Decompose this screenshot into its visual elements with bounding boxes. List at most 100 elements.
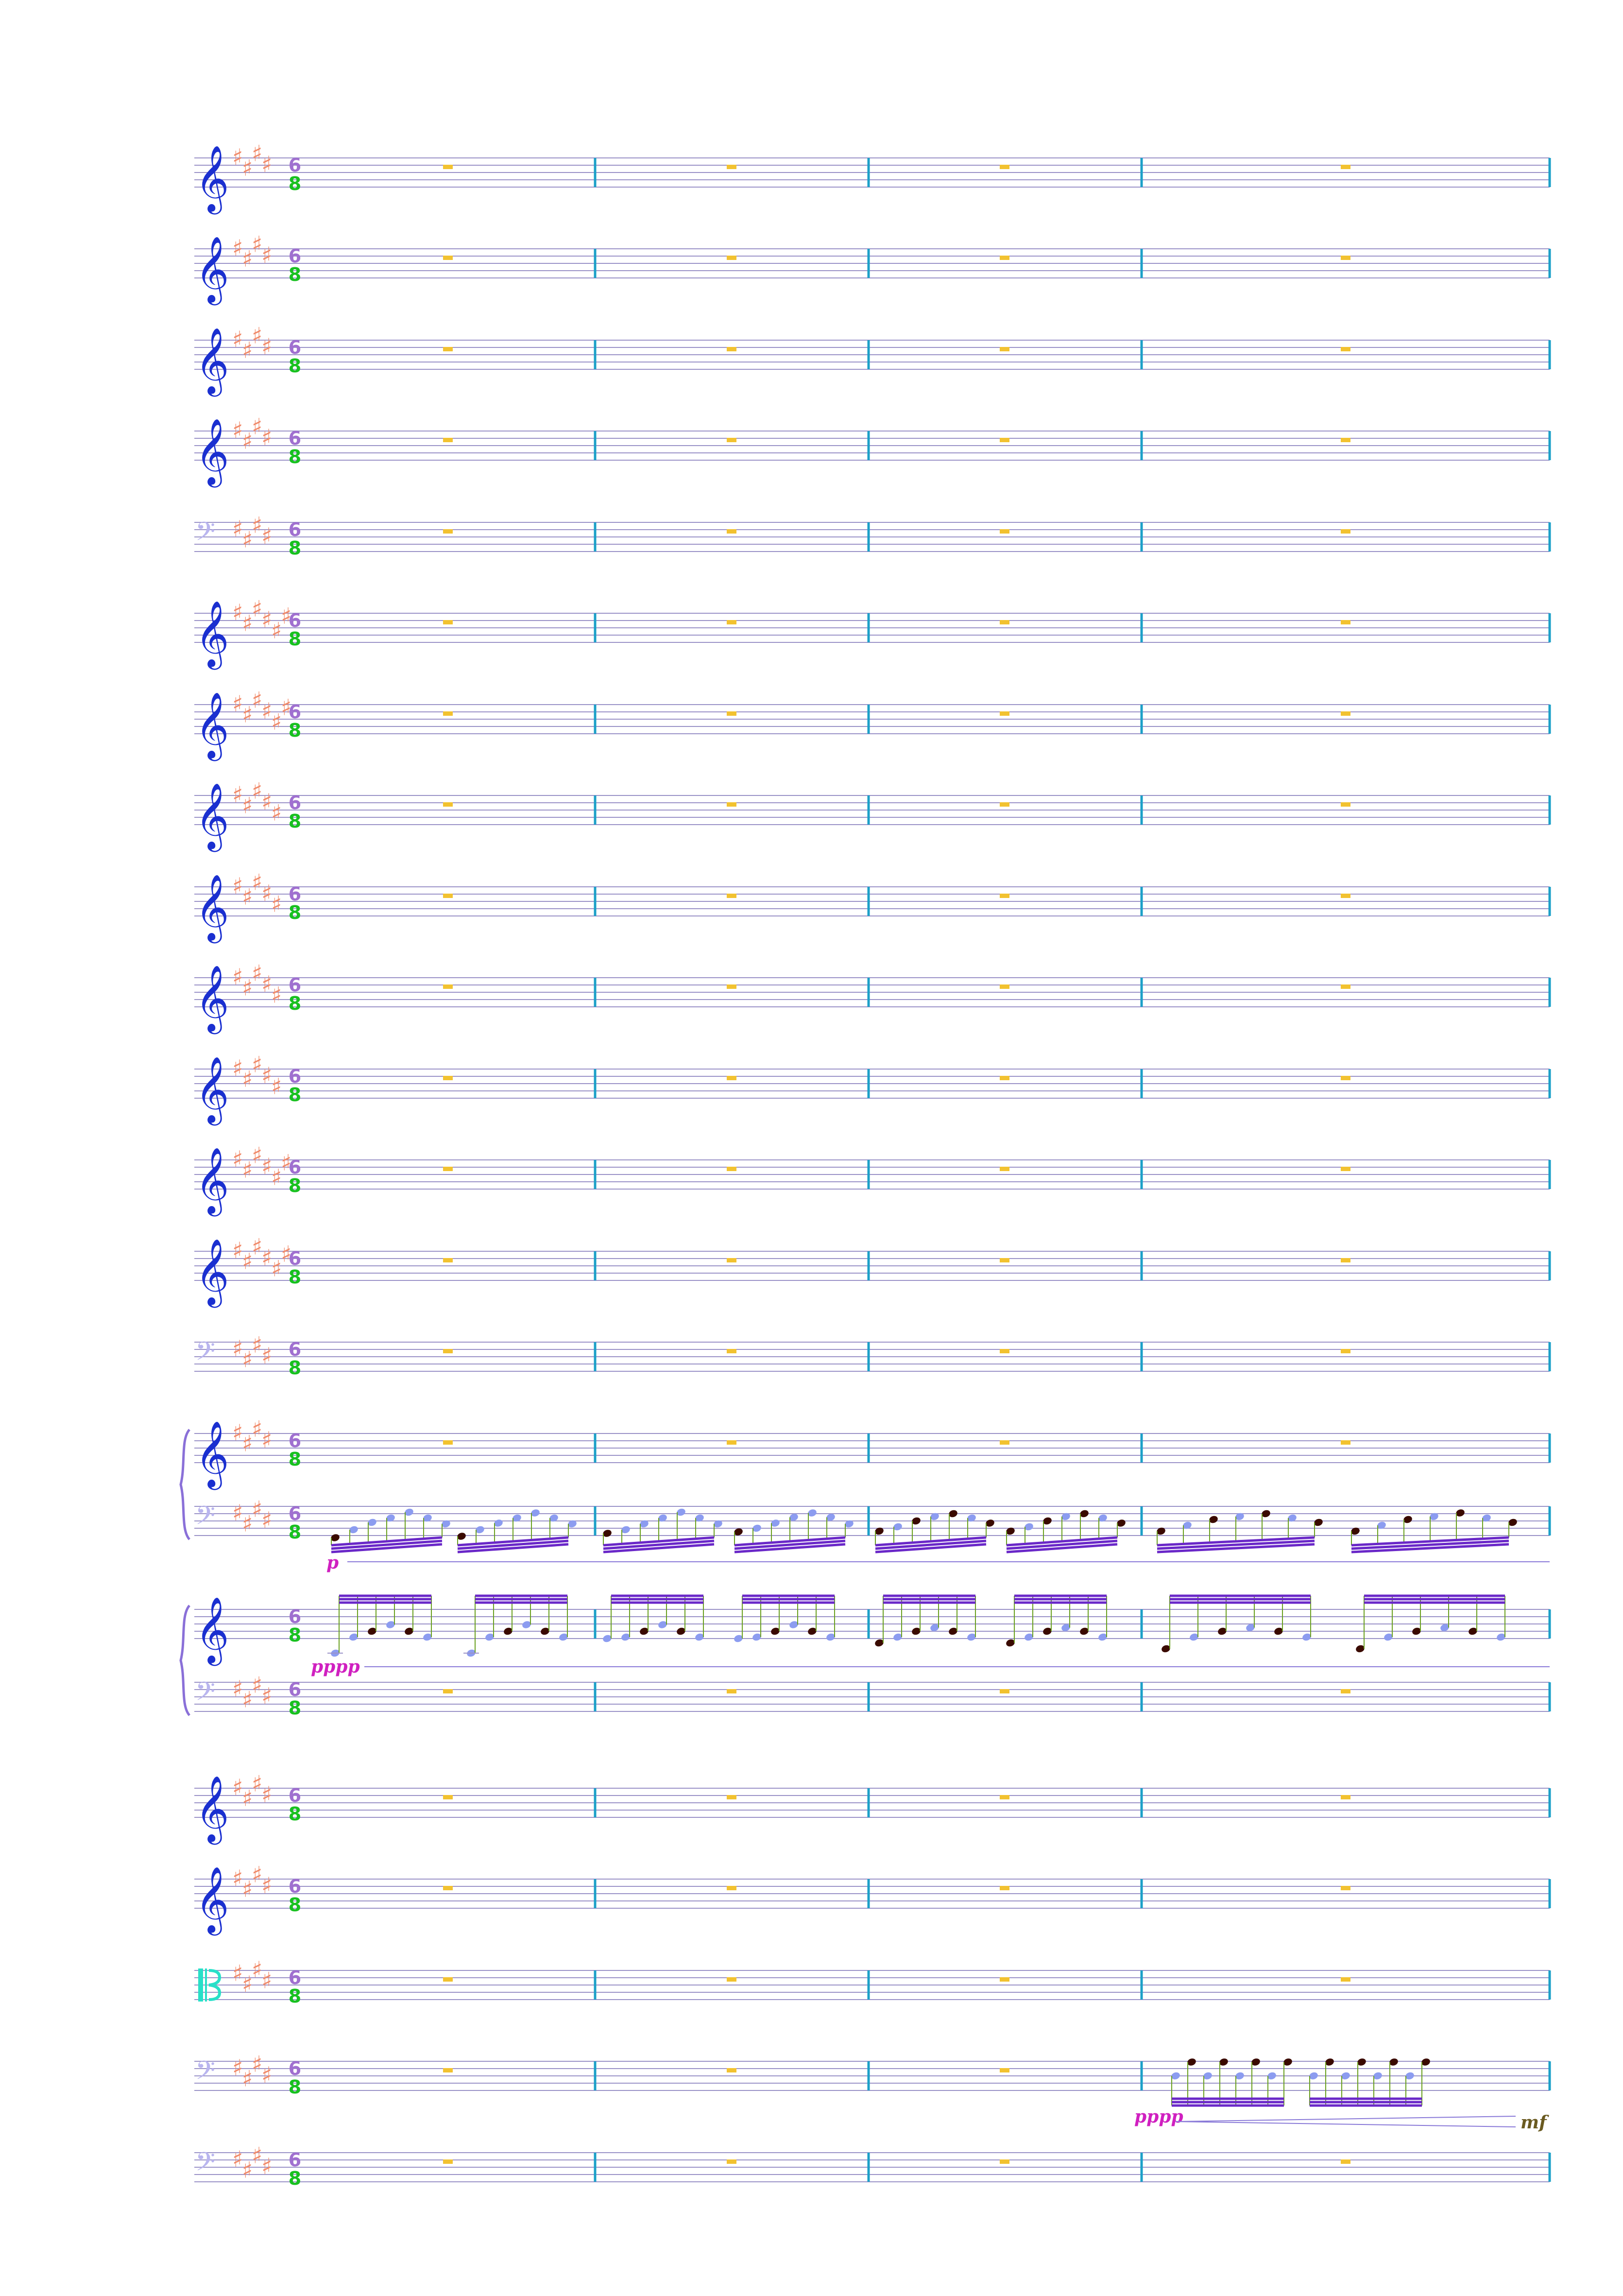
whole-rest [1341,256,1350,260]
bass-clef-icon: 𝄢 [195,1501,215,1537]
treble-clef-icon: 𝄞 [195,600,229,670]
dynamic-marking: pppp [1134,2106,1183,2127]
whole-rest [443,1795,453,1799]
whole-rest [727,1795,736,1799]
whole-rest [1000,1349,1009,1353]
sharp-icon: ♯ [252,2142,262,2169]
staff-20: 𝄞 ♯♯♯♯ 68 [194,1862,1551,1935]
whole-rest [727,347,736,351]
staff-10: 𝄞 ♯♯♯♯♯ 68 [194,960,1551,1034]
whole-rest [1341,438,1350,442]
staff-5: 𝄢 ♯♯♯♯ 68 [194,512,1551,559]
bass-clef-icon: 𝄢 [195,2147,215,2183]
whole-rest [727,1440,736,1445]
whole-rest [727,802,736,807]
sharp-icon: ♯ [242,1157,253,1183]
whole-rest [727,256,736,260]
sharp-icon: ♯ [232,1419,243,1446]
whole-rest [1000,165,1009,169]
dynamic-marking: mf [1520,2112,1549,2133]
sharp-icon: ♯ [261,424,272,450]
sharp-icon: ♯ [242,155,253,181]
whole-rest [1341,529,1350,534]
sharp-icon: ♯ [252,778,262,804]
staff-7: 𝄞 ♯♯♯♯♯♯68 [194,687,1551,761]
sharp-icon: ♯ [242,610,253,637]
time-signature-denominator: 8 [289,1985,301,2007]
whole-rest [443,984,453,989]
whole-rest [1341,1440,1350,1445]
whole-rest [727,1167,736,1171]
sharp-icon: ♯ [271,891,282,917]
sharp-icon: ♯ [242,1876,253,1902]
whole-rest [443,438,453,442]
bass-clef-icon: 𝄢 [195,517,215,553]
whole-rest [443,1349,453,1353]
sharp-icon: ♯ [242,527,253,553]
sharp-icon: ♯ [261,523,272,549]
sharp-icon: ♯ [242,1248,253,1275]
time-signature-denominator: 8 [289,902,301,923]
sharp-icon: ♯ [252,140,262,167]
sharp-icon: ♯ [232,417,243,443]
sharp-icon: ♯ [242,246,253,272]
sharp-icon: ♯ [261,151,272,177]
piano2-lower: 𝄢 ♯♯♯♯ 68 [194,1672,1551,1719]
whole-rest [1341,1689,1350,1693]
sharp-icon: ♯ [232,235,243,261]
whole-rest [727,711,736,716]
sharp-icon: ♯ [242,337,253,363]
sharp-icon: ♯ [232,2054,243,2081]
time-signature-denominator: 8 [289,1175,301,1196]
time-signature-denominator: 8 [289,1697,301,1719]
sharp-icon: ♯ [271,1256,282,1282]
time-signature-denominator: 8 [289,2168,301,2189]
whole-rest [1341,802,1350,807]
sharp-icon: ♯ [261,242,272,268]
whole-rest [1000,1795,1009,1799]
whole-rest [1341,1977,1350,1982]
sharp-icon: ♯ [261,2062,272,2088]
sharp-icon: ♯ [271,1073,282,1100]
whole-rest [727,165,736,169]
sharp-icon: ♯ [242,793,253,819]
treble-clef-icon: 𝄞 [195,1865,229,1935]
staff-22: 𝄢 ♯♯♯♯ 68pppp mf [194,2051,1551,2133]
sharp-icon: ♯ [232,1865,243,1891]
whole-rest [1000,620,1009,624]
treble-clef-icon: 𝄞 [195,1775,229,1845]
sharp-icon: ♯ [232,1055,243,1081]
whole-rest [1341,1167,1350,1171]
sharp-icon: ♯ [232,691,243,717]
sharp-icon: ♯ [261,1968,272,1994]
treble-clef-icon: 𝄞 [195,417,229,487]
whole-rest [1000,984,1009,989]
staff-11: 𝄞 ♯♯♯♯♯ 68 [194,1052,1551,1125]
sharp-icon: ♯ [261,1683,272,1709]
whole-rest [1341,894,1350,898]
whole-rest [1000,1167,1009,1171]
time-signature-denominator: 8 [289,446,301,467]
whole-rest [443,529,453,534]
treble-clef-icon: 𝄞 [195,235,229,305]
whole-rest [1000,711,1009,716]
sharp-icon: ♯ [232,1675,243,1702]
whole-rest [1000,1977,1009,1982]
sharp-icon: ♯ [252,2051,262,2077]
whole-rest [443,2159,453,2164]
whole-rest [1000,2159,1009,2164]
whole-rest [443,711,453,716]
sharp-icon: ♯ [232,1146,243,1172]
sharp-icon: ♯ [242,2157,253,2183]
sharp-icon: ♯ [252,687,262,713]
whole-rest [443,256,453,260]
sharp-icon: ♯ [242,884,253,910]
staff-13: 𝄞 ♯♯♯♯♯♯68 [194,1234,1551,1308]
whole-rest [1341,2159,1350,2164]
sharp-icon: ♯ [252,1142,262,1169]
sharp-icon: ♯ [242,1347,253,1373]
sharp-icon: ♯ [232,1774,243,1800]
sharp-icon: ♯ [261,1872,272,1899]
hairpin [1175,2121,1516,2127]
time-signature-denominator: 8 [289,720,301,741]
